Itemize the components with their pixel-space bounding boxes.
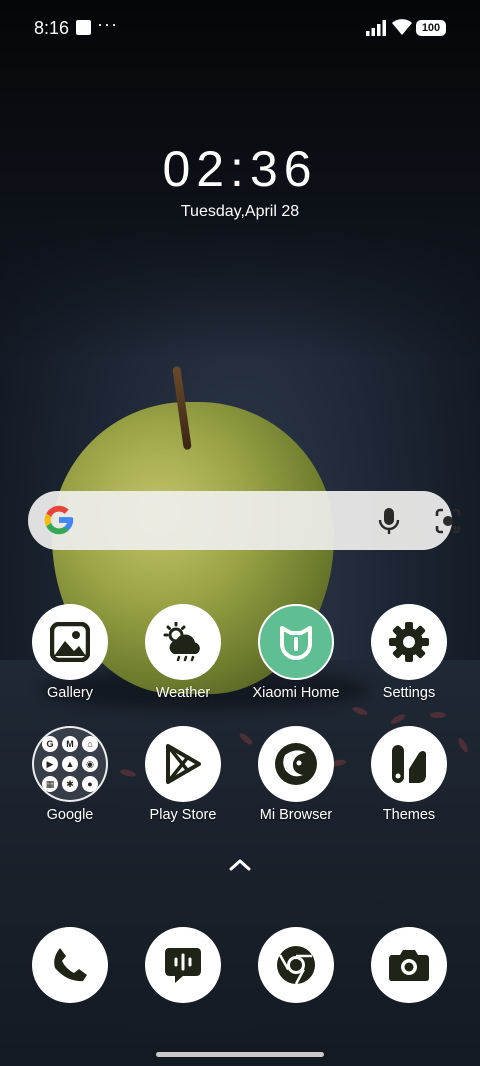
app-themes[interactable]: Themes <box>359 726 459 823</box>
folder-mini-icon: ● <box>82 776 98 792</box>
messages-icon <box>145 927 221 1003</box>
app-mi-browser[interactable]: Mi Browser <box>246 726 346 823</box>
app-google-folder[interactable]: G M ⌂ ▶ ▲ ◉ ▦ ✱ ● Google <box>20 726 120 823</box>
play-store-icon <box>145 726 221 802</box>
themes-icon <box>371 726 447 802</box>
app-label: Themes <box>382 807 436 823</box>
signal-icon <box>366 20 386 36</box>
wifi-icon <box>392 19 412 35</box>
folder-mini-icon: G <box>42 736 58 752</box>
gesture-navigation-bar[interactable] <box>156 1052 324 1057</box>
folder-mini-icon: ⌂ <box>82 736 98 752</box>
app-drawer-chevron-up-icon[interactable] <box>228 858 252 872</box>
dock-phone[interactable] <box>20 927 120 1003</box>
folder-mini-icon: ▦ <box>42 776 58 792</box>
gear-icon <box>371 604 447 680</box>
more-notifications-icon: ··· <box>97 14 118 34</box>
app-label: Settings <box>382 685 436 701</box>
chrome-icon <box>258 927 334 1003</box>
folder-mini-icon: ✱ <box>62 776 78 792</box>
google-g-icon <box>44 505 74 535</box>
camera-icon <box>371 927 447 1003</box>
app-label: Gallery <box>47 685 93 701</box>
app-gallery[interactable]: Gallery <box>20 604 120 701</box>
dock-messages[interactable] <box>133 927 233 1003</box>
status-bar: 8:16 ··· 100 <box>0 0 480 56</box>
weather-icon <box>145 604 221 680</box>
app-label: Weather <box>155 685 211 701</box>
status-time: 8:16 <box>34 18 70 38</box>
clock[interactable]: 02:36 <box>0 140 480 198</box>
phone-icon <box>32 927 108 1003</box>
xiaomi-home-icon <box>258 604 334 680</box>
folder-mini-icon: ▶ <box>42 756 58 772</box>
notification-icon <box>76 20 91 35</box>
microphone-icon[interactable] <box>376 507 402 535</box>
folder-mini-icon: M <box>62 736 78 752</box>
dock-camera[interactable] <box>359 927 459 1003</box>
camera-lens-icon[interactable] <box>434 507 462 535</box>
app-xiaomi-home[interactable]: Xiaomi Home <box>246 604 346 701</box>
dock-chrome[interactable] <box>246 927 346 1003</box>
google-search-bar[interactable] <box>28 491 461 550</box>
mi-browser-icon <box>258 726 334 802</box>
folder-mini-icon: ◉ <box>82 756 98 772</box>
app-label: Google <box>46 807 94 823</box>
app-label: Play Store <box>149 807 217 823</box>
google-folder-icon: G M ⌂ ▶ ▲ ◉ ▦ ✱ ● <box>32 726 108 802</box>
date[interactable]: Tuesday,April 28 <box>0 203 480 221</box>
battery-icon: 100 <box>416 20 446 36</box>
app-settings[interactable]: Settings <box>359 604 459 701</box>
app-play-store[interactable]: Play Store <box>133 726 233 823</box>
folder-mini-icon: ▲ <box>62 756 78 772</box>
app-weather[interactable]: Weather <box>133 604 233 701</box>
app-label: Xiaomi Home <box>252 685 340 701</box>
app-label: Mi Browser <box>259 807 333 823</box>
gallery-icon <box>32 604 108 680</box>
petal <box>430 712 446 718</box>
